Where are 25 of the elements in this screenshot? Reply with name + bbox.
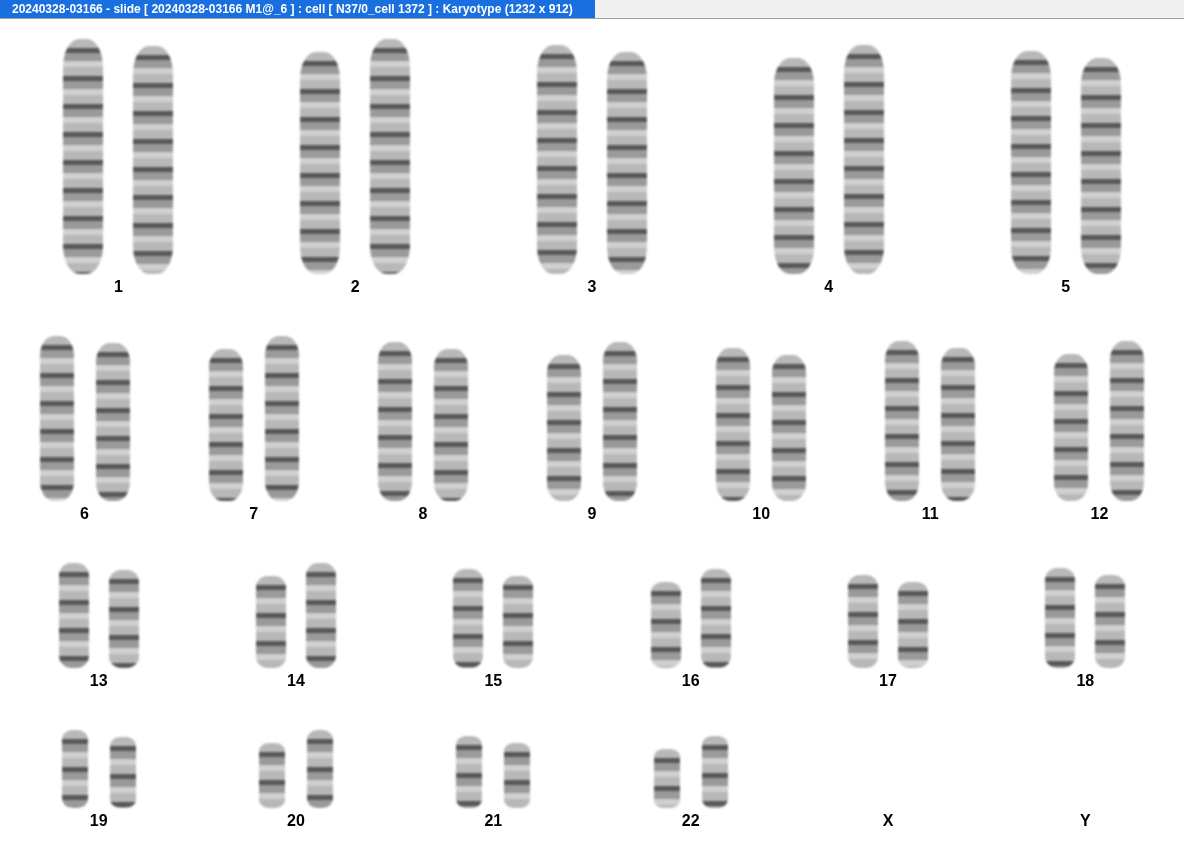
chromosome-number: 15 (484, 672, 503, 690)
chromosome-number: 20 (287, 812, 305, 830)
chromosome-number: 11 (921, 505, 939, 523)
chromosome-number: 12 (1090, 505, 1109, 523)
chromosome-number: 19 (89, 812, 108, 830)
chromosome-number: 16 (681, 672, 700, 690)
chromosome-number: 18 (1076, 672, 1095, 690)
chromosome-number: 3 (587, 278, 597, 296)
window-title: 20240328-03166 - slide [ 20240328-03166 M1@_6 ] : cell [ N37/0_cell 1372 ] : Karyotype (1232 x 912) (0, 0, 595, 18)
chromosome-number: 4 (824, 278, 834, 296)
chromosome-number: 10 (752, 505, 771, 523)
chromosome-number: 5 (1061, 278, 1071, 296)
chromosome-number: 1 (113, 278, 123, 296)
chromosome-number: 22 (681, 812, 700, 830)
chromosome-number: 21 (484, 812, 503, 830)
chromosome-number: 8 (418, 505, 428, 523)
chromosome-number: Y (1080, 812, 1091, 830)
chromosome-number: 2 (350, 278, 360, 296)
chromosome-number: 7 (249, 505, 259, 523)
chromosome-number: 6 (80, 505, 89, 523)
chromosome-number: 9 (587, 505, 597, 523)
chromosome-number: X (882, 812, 894, 830)
chromosome-number: 13 (89, 672, 108, 690)
chromosome-number: 17 (879, 672, 897, 690)
chromosome-number: 14 (287, 672, 305, 690)
